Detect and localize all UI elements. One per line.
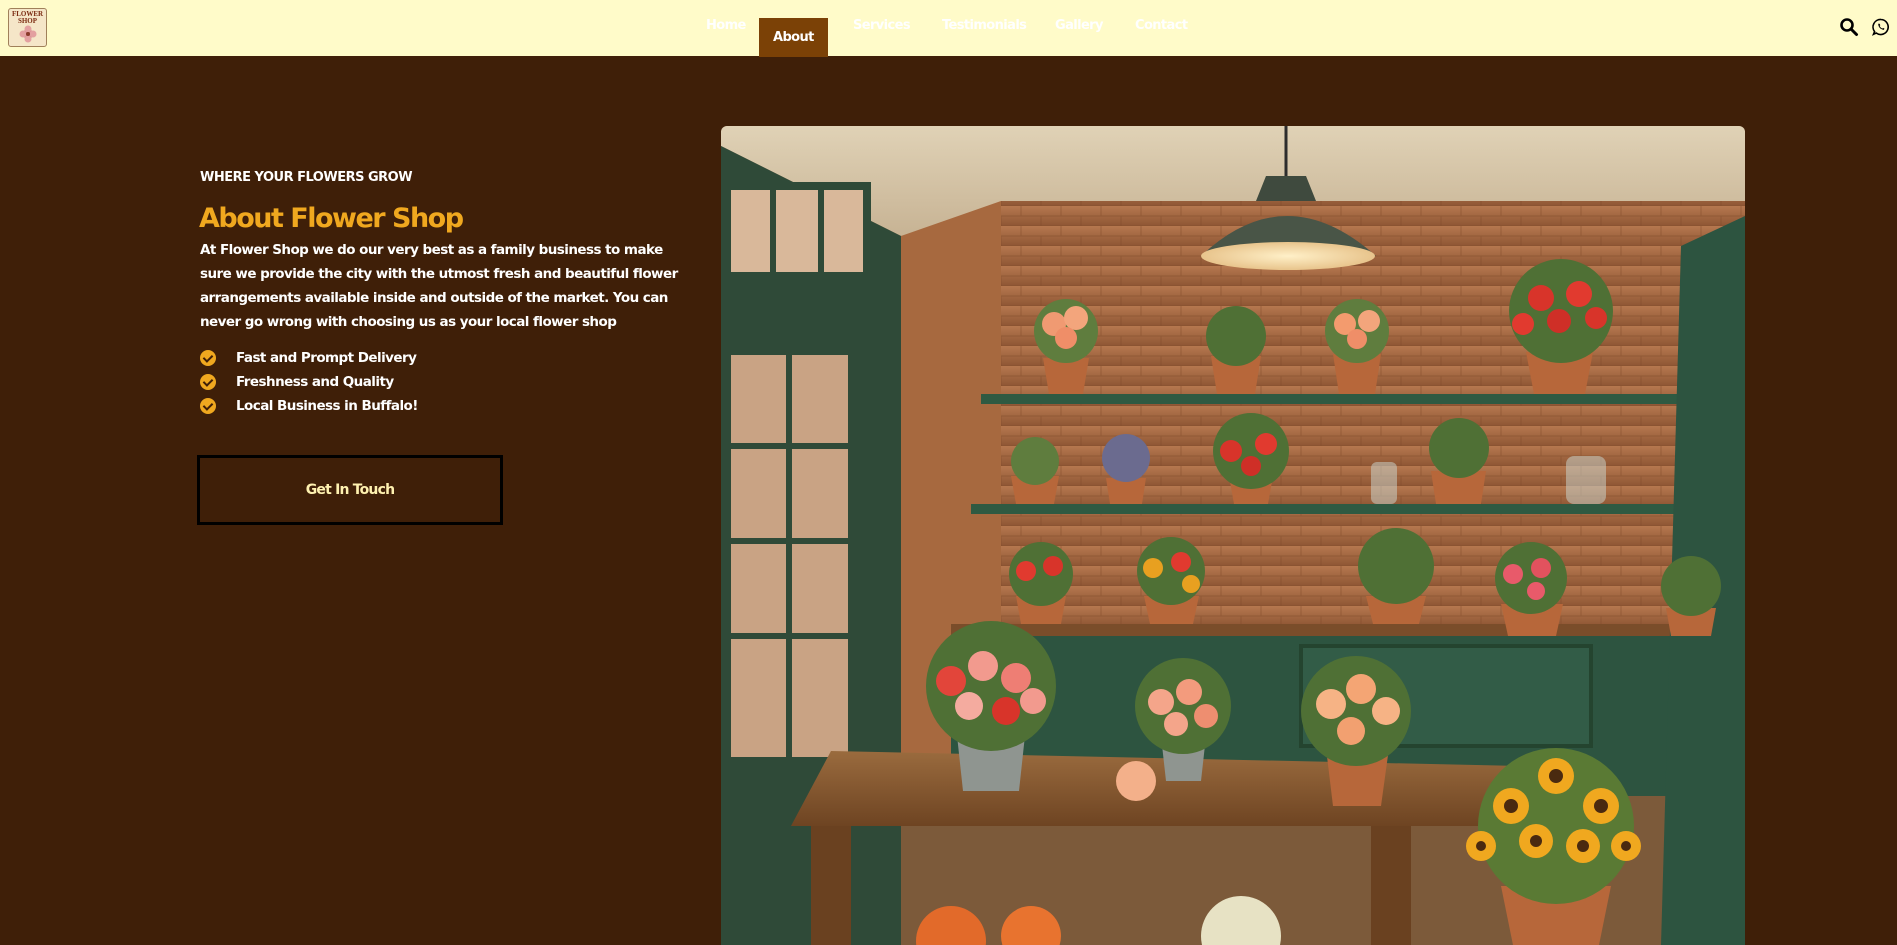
whatsapp-icon[interactable] [1871,17,1891,37]
nav-testimonials[interactable]: Testimonials [942,18,1027,33]
feature-label: Local Business in Buffalo! [236,398,418,414]
get-in-touch-label: Get In Touch [305,482,395,498]
nav-about[interactable]: About [759,18,828,57]
check-circle-icon [200,374,216,390]
check-circle-icon [200,350,216,366]
nav-gallery[interactable]: Gallery [1055,18,1103,33]
nav-home[interactable]: Home [706,18,746,33]
page-title: About Flower Shop [199,203,464,234]
logo-flower-icon [19,25,37,43]
flower-shop-logo[interactable]: FLOWER SHOP [8,8,47,47]
feature-label: Freshness and Quality [236,374,394,390]
feature-list: Fast and Prompt Delivery Freshness and Q… [200,346,418,418]
about-description: At Flower Shop we do our very best as a … [200,242,678,330]
feature-item: Local Business in Buffalo! [200,394,418,418]
nav-contact[interactable]: Contact [1135,18,1188,33]
feature-item: Freshness and Quality [200,370,418,394]
get-in-touch-button[interactable]: Get In Touch [197,455,503,525]
site-header: FLOWER SHOP Home About Services Testimoni… [0,0,1897,57]
feature-label: Fast and Prompt Delivery [236,350,417,366]
check-circle-icon [200,398,216,414]
search-icon[interactable] [1839,17,1859,37]
flower-shop-interior-image [721,126,1745,945]
feature-item: Fast and Prompt Delivery [200,346,418,370]
section-eyebrow: WHERE YOUR FLOWERS GROW [200,170,413,185]
nav-services[interactable]: Services [853,18,911,33]
